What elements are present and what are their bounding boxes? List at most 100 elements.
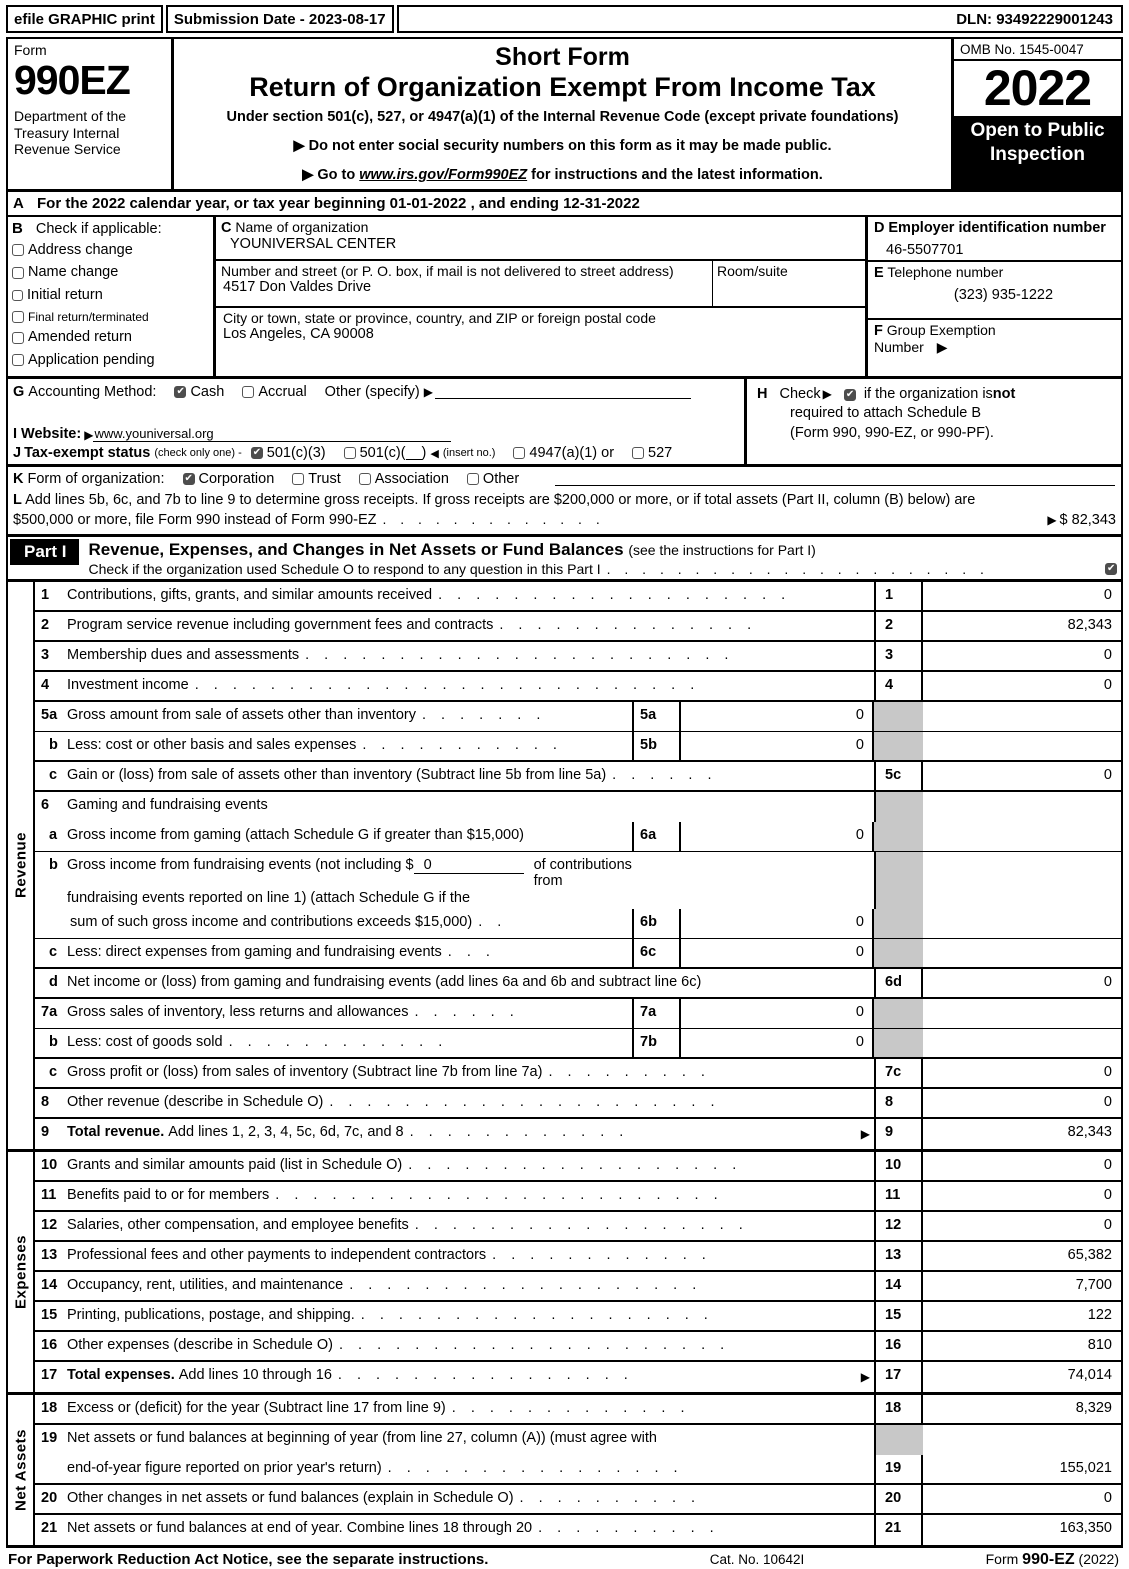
line-number: 7a [41,1003,58,1020]
line-text: Gross sales of inventory, less returns a… [67,1003,409,1020]
leader-dots: . . . [447,943,496,960]
line-amount[interactable]: 810 [923,1332,1121,1360]
checkbox-icon[interactable] [12,267,24,280]
sub-line-amount[interactable]: 0 [681,731,874,760]
form-title-short: Short Form [495,43,630,71]
checkbox-icon[interactable] [12,310,24,323]
line-amount[interactable]: 0 [923,762,1121,790]
checkbox-icon[interactable] [12,244,24,257]
line-amount[interactable]: 122 [923,1302,1121,1330]
checkbox-icon-4947a1[interactable] [513,447,526,460]
sub-line-amount[interactable]: 0 [681,938,874,967]
line-description: Less: direct expenses from gaming and fu… [67,939,632,967]
line-amount[interactable]: 74,014 [923,1362,1121,1392]
line-amount[interactable]: 0 [923,1089,1121,1117]
checkbox-icon[interactable] [12,354,24,367]
checkbox-icon-trust[interactable] [292,473,305,486]
line-number: 9 [41,1123,50,1140]
checkbox-amended-return[interactable]: Amended return [12,327,213,349]
line-amount[interactable]: 0 [923,1485,1121,1513]
sub-line-amount[interactable]: 0 [681,701,874,731]
line-code: 9 [874,1118,923,1149]
checkbox-icon-schedule-o[interactable] [1105,562,1117,575]
line-text: Salaries, other compensation, and employ… [67,1216,409,1233]
irs-form990ez-link[interactable]: www.irs.gov/Form990EZ [359,167,527,183]
checkbox-icon-schedule-b[interactable] [843,388,856,401]
goto-prefix: Go to [317,166,360,183]
paperwork-notice: For Paperwork Reduction Act Notice, see … [8,1550,489,1568]
checkbox-icon-association[interactable] [358,473,371,486]
arrow-left-icon: ◀ [430,447,439,460]
checkbox-application-pending[interactable]: Application pending [12,350,213,372]
line-text: Gaming and fundraising events [67,796,268,813]
line-amount[interactable]: 0 [923,1212,1121,1240]
line-amount[interactable]: 0 [923,1182,1121,1210]
line-amount[interactable]: 65,382 [923,1242,1121,1270]
empty-amount [923,999,1121,1028]
line-amount[interactable]: 82,343 [923,612,1121,640]
sub-line-amount[interactable]: 0 [681,908,874,938]
checkbox-final-return[interactable]: Final return/terminated [12,308,213,326]
form-title-main: Return of Organization Exempt From Incom… [249,71,876,102]
checkbox-icon-cash[interactable] [174,385,187,399]
sub-line-amount[interactable]: 0 [681,1028,874,1057]
sub-line-amount[interactable]: 0 [681,998,874,1028]
line-description: Less: cost of goods sold . . . . . . . .… [67,1029,632,1057]
checkbox-icon-501c[interactable] [343,447,356,460]
line-amount[interactable]: 82,343 [923,1119,1121,1149]
option-501c3-label: 501(c)(3) [266,445,326,462]
expenses-rows: 10 Grants and similar amounts paid (list… [35,1151,1121,1392]
line-description: Gross profit or (loss) from sales of inv… [67,1059,874,1087]
line-amount[interactable]: 155,021 [923,1455,1121,1483]
insert-number-input[interactable] [405,447,422,460]
line-description: Other changes in net assets or fund bala… [67,1485,874,1513]
line-code: 5c [874,761,923,790]
line-description: Less: cost or other basis and sales expe… [67,732,632,760]
line-amount[interactable]: 0 [923,1059,1121,1087]
leader-dots: . . . . . . . . . . . . . . . . [337,1366,634,1383]
line-text: Less: direct expenses from gaming and fu… [67,943,442,960]
line-amount[interactable]: 0 [923,969,1121,997]
other-method-input[interactable] [435,386,691,399]
line-amount[interactable]: 8,329 [923,1395,1121,1423]
website-value[interactable]: www.youniversal.org [93,426,452,443]
dln-number: DLN: 93492229001243 [396,5,1123,33]
line-amount[interactable]: 7,700 [923,1272,1121,1300]
checkbox-icon-other[interactable] [466,473,479,486]
checkbox-icon-527[interactable] [632,447,645,460]
checkbox-icon-corporation[interactable] [182,472,195,486]
checkbox-icon-accrual[interactable] [242,386,255,399]
leader-dots: . . . . . . . . . . . . [409,1123,629,1140]
checkbox-initial-return[interactable]: Initial return [12,285,213,307]
fundraising-contrib-value[interactable]: 0 [413,857,524,874]
checkbox-icon[interactable] [12,331,24,344]
line-description: Total revenue. Add lines 1, 2, 3, 4, 5c,… [67,1119,874,1149]
line-code: 8 [874,1088,923,1117]
line-text: Net income or (loss) from gaming and fun… [67,973,702,990]
other-org-input[interactable] [555,473,1115,486]
part-i-title-row: Revenue, Expenses, and Changes in Net As… [89,540,1121,560]
line-number: 12 [41,1216,58,1233]
line-amount[interactable]: 0 [923,642,1121,670]
line-code: 18 [874,1394,923,1423]
line-code: 15 [874,1301,923,1330]
revenue-side-label: Revenue [8,581,35,1149]
line-amount[interactable]: 0 [923,1152,1121,1180]
line-amount[interactable]: 163,350 [923,1515,1121,1545]
checkbox-label: Address change [28,241,133,258]
expenses-side-label: Expenses [8,1151,35,1392]
section-c-address: C Name of organization YOUNIVERSAL CENTE… [216,216,868,377]
section-d-letter: D [874,219,885,236]
checkbox-name-change[interactable]: Name change [12,262,213,284]
line-description: Membership dues and assessments . . . . … [67,642,874,670]
gross-receipts-text2: $500,000 or more, file Form 990 instead … [13,511,377,528]
leader-dots: . . . . . . . . . . . . [228,1033,448,1050]
line-text: Excess or (deficit) for the year (Subtra… [67,1399,446,1416]
sub-line-amount[interactable]: 0 [681,821,874,851]
checkbox-icon-501c3[interactable] [250,446,263,460]
line-number: d [49,973,58,990]
checkbox-icon[interactable] [12,290,23,302]
checkbox-address-change[interactable]: Address change [12,240,213,262]
line-amount[interactable]: 0 [923,672,1121,700]
line-amount[interactable]: 0 [923,582,1121,610]
